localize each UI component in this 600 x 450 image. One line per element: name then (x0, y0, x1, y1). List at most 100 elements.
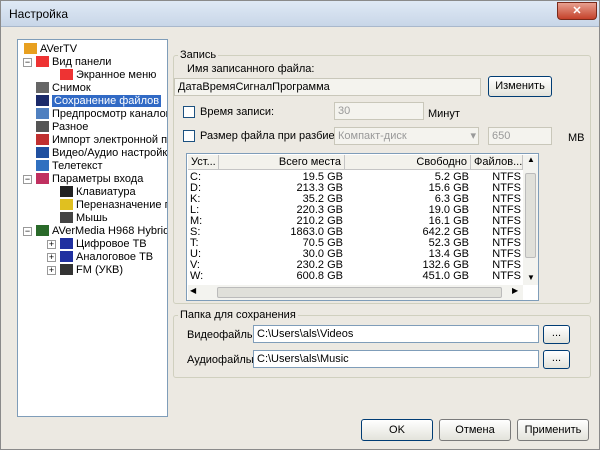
cell-device: W: (190, 270, 204, 282)
teletext-icon (36, 160, 49, 171)
column-header-total[interactable]: Всего места (219, 155, 345, 170)
browse-audio-button[interactable]: ... (543, 350, 570, 369)
tree-item-label: Разное (52, 121, 89, 133)
table-row[interactable]: T: 70.5 GB 52.3 GB NTFS (187, 238, 523, 249)
tree-item[interactable]: Мышь (60, 212, 108, 225)
audio-folder-field[interactable]: C:\Users\als\Music (253, 350, 539, 368)
collapse-icon[interactable]: − (23, 58, 32, 67)
tree-item[interactable]: Экранное меню (60, 69, 156, 82)
keyboard-icon (60, 186, 73, 197)
table-row[interactable]: S: 1863.0 GB 642.2 GB NTFS (187, 227, 523, 238)
tree-item[interactable]: − Параметры входа (23, 173, 144, 186)
hscroll-thumb[interactable] (217, 287, 502, 298)
scroll-right-icon[interactable]: ▶ (512, 286, 518, 295)
radio-icon (60, 264, 73, 275)
tree-item[interactable]: Клавиатура (60, 186, 136, 199)
record-time-checkbox[interactable] (183, 106, 195, 118)
browse-video-button[interactable]: ... (543, 325, 570, 344)
tree-item-label: Сохранение файлов (52, 95, 162, 107)
column-header-filesystem[interactable]: Файлов... (471, 155, 523, 170)
table-row[interactable]: W: 600.8 GB 451.0 GB NTFS (187, 271, 523, 282)
tree-item-label: AVerTV (40, 43, 78, 55)
scroll-up-icon[interactable]: ▲ (527, 155, 535, 164)
tree-item[interactable]: + Аналоговое ТВ (47, 251, 153, 264)
tree-item-label: Предпросмотр каналов (52, 108, 168, 120)
apply-button[interactable]: Применить (517, 419, 589, 441)
camera-icon (36, 82, 49, 93)
cell-total: 600.8 GB (296, 270, 343, 282)
tree-item-label: Цифровое ТВ (76, 238, 147, 250)
scroll-left-icon[interactable]: ◀ (190, 286, 196, 295)
vertical-scrollbar[interactable]: ▲ ▼ (523, 155, 538, 285)
tree-item-label: FM (УКВ) (76, 264, 123, 276)
cell-filesystem: NTFS (492, 270, 521, 282)
tree-item[interactable]: Предпросмотр каналов (36, 108, 168, 121)
record-legend: Запись (180, 49, 217, 61)
table-row[interactable]: M: 210.2 GB 16.1 GB NTFS (187, 216, 523, 227)
table-row[interactable]: U: 30.0 GB 13.4 GB NTFS (187, 249, 523, 260)
tree-item[interactable]: − Вид панели (23, 56, 111, 69)
horizontal-scrollbar[interactable]: ◀ ▶ (188, 285, 523, 300)
scroll-thumb[interactable] (525, 173, 536, 258)
table-row[interactable]: V: 230.2 GB 132.6 GB NTFS (187, 260, 523, 271)
tree-item[interactable]: Видео/Аудио настройки (36, 147, 167, 160)
tree-item[interactable]: + FM (УКВ) (47, 264, 123, 277)
tree-item[interactable]: Сохранение файлов (36, 95, 162, 108)
eye-icon (36, 108, 49, 119)
input-icon (36, 173, 49, 184)
tree-item-label: Снимок (52, 82, 91, 94)
cancel-button[interactable]: Отмена (439, 419, 511, 441)
table-row[interactable]: K: 35.2 GB 6.3 GB NTFS (187, 194, 523, 205)
column-header-device[interactable]: Уст... (188, 155, 219, 170)
scroll-down-icon[interactable]: ▼ (527, 273, 535, 282)
split-size-field[interactable]: 650 (488, 127, 552, 145)
tools-icon (36, 147, 49, 158)
table-row[interactable]: D: 213.3 GB 15.6 GB NTFS (187, 183, 523, 194)
expand-icon[interactable]: + (47, 266, 56, 275)
save-folder-legend: Папка для сохранения (180, 309, 296, 321)
drives-table[interactable]: Уст... Всего места Свободно Файлов... C:… (186, 153, 539, 301)
tree-item[interactable]: + Цифровое ТВ (47, 238, 147, 251)
table-row[interactable]: L: 220.3 GB 19.0 GB NTFS (187, 205, 523, 216)
collapse-icon[interactable]: − (23, 227, 32, 236)
tree-item[interactable]: Снимок (36, 82, 91, 95)
tree-item[interactable]: Телетекст (36, 160, 103, 173)
record-time-field[interactable]: 30 (334, 102, 424, 120)
expand-icon[interactable]: + (47, 253, 56, 262)
column-header-free[interactable]: Свободно (345, 155, 471, 170)
expand-icon[interactable]: + (47, 240, 56, 249)
tree-item[interactable]: − AVerMedia H968 Hybrid Ana (23, 225, 168, 238)
audio-files-label: Аудиофайлы: (187, 354, 257, 366)
record-time-label: Время записи: (200, 106, 275, 118)
ok-button[interactable]: OK (361, 419, 433, 441)
tree-item[interactable]: Переназначение пульт (60, 199, 167, 212)
tree-item[interactable]: Разное (36, 121, 88, 134)
panel-view-icon (36, 56, 49, 67)
tree-item-label: Параметры входа (52, 173, 144, 185)
tree-item-label: Импорт электронной прог (52, 134, 168, 146)
tv-icon (60, 251, 73, 262)
table-row[interactable]: C: 19.5 GB 5.2 GB NTFS (187, 172, 523, 183)
split-select-value: Компакт-диск (338, 130, 407, 142)
tree-item-label: Переназначение пульт (76, 199, 167, 211)
filename-label: Имя записанного файла: (187, 63, 315, 75)
mb-label: MB (568, 132, 585, 144)
split-size-select[interactable]: Компакт-диск ▾ (334, 127, 479, 145)
change-button[interactable]: Изменить (488, 76, 552, 97)
settings-window: Настройка ✕ AVerTV − Вид панели Экранное ме… (0, 0, 600, 450)
split-size-checkbox[interactable] (183, 130, 195, 142)
tree-item-label: AVerMedia H968 Hybrid Ana (52, 225, 168, 237)
tree-item[interactable]: Импорт электронной прог (36, 134, 168, 147)
video-folder-field[interactable]: C:\Users\als\Videos (253, 325, 539, 343)
close-button[interactable]: ✕ (557, 2, 597, 20)
cell-free: 451.0 GB (422, 270, 469, 282)
floppy-save-icon (36, 95, 49, 106)
tree-item-label: Мышь (76, 212, 108, 224)
tree-item[interactable]: AVerTV (24, 43, 77, 56)
collapse-icon[interactable]: − (23, 175, 32, 184)
settings-tree[interactable]: AVerTV − Вид панели Экранное меню Снимок Сохр… (17, 39, 168, 417)
filename-field[interactable]: ДатаВремяСигналПрограмма (174, 78, 481, 96)
window-title: Настройка (9, 7, 69, 21)
title-bar: Настройка ✕ (1, 1, 599, 27)
remote-icon (60, 199, 73, 210)
